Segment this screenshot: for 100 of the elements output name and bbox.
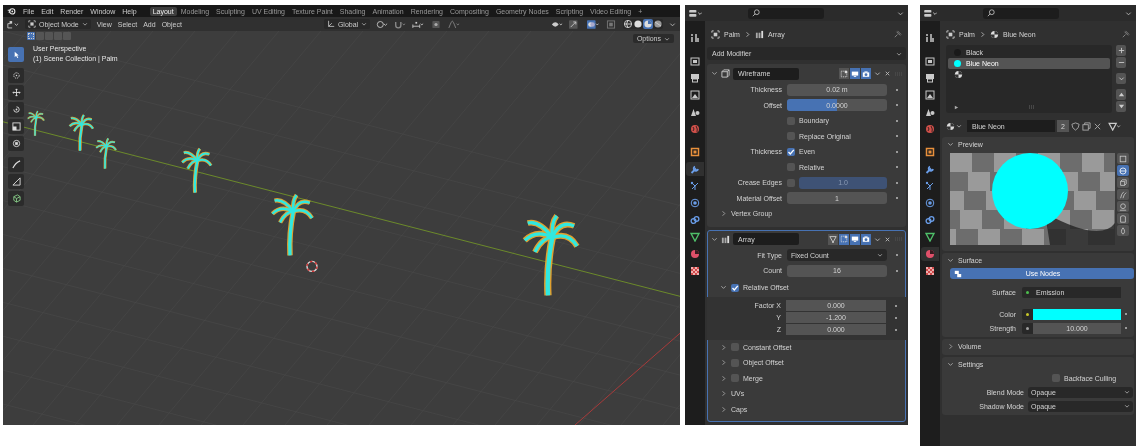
- edit-mode-toggle[interactable]: [839, 233, 849, 245]
- duplicate-icon[interactable]: [1082, 121, 1091, 131]
- close-icon[interactable]: [884, 235, 891, 243]
- properties-tab[interactable]: [686, 162, 704, 176]
- edit-mode-toggle[interactable]: [839, 68, 849, 79]
- checkbox[interactable]: [731, 358, 739, 367]
- proportional-edit-icon[interactable]: [430, 19, 443, 29]
- close-icon[interactable]: [1093, 121, 1102, 131]
- checkbox[interactable]: [1052, 374, 1060, 382]
- caret-icon[interactable]: [1116, 73, 1126, 84]
- expand-triangle-icon[interactable]: [954, 104, 959, 110]
- preview-shape-icon[interactable]: [1117, 225, 1129, 236]
- material-sphere-icon[interactable]: [643, 19, 653, 29]
- tool-button[interactable]: [8, 191, 24, 206]
- monitor-toggle[interactable]: [850, 68, 860, 79]
- vertex-triangle-toggle[interactable]: [828, 233, 838, 245]
- search-field[interactable]: [748, 7, 824, 19]
- tool-button[interactable]: [8, 136, 24, 151]
- preview-shape-icon[interactable]: [1117, 213, 1129, 224]
- caret-icon[interactable]: [897, 9, 904, 17]
- socket-icon[interactable]: [1022, 286, 1033, 298]
- move-down-icon[interactable]: [1116, 101, 1126, 112]
- monitor-toggle[interactable]: [850, 233, 860, 245]
- gizmo-icon[interactable]: [569, 19, 581, 29]
- caret-icon[interactable]: [874, 235, 881, 243]
- chevron-right-icon[interactable]: [720, 405, 727, 413]
- add-slot-icon[interactable]: [1116, 45, 1126, 56]
- chevron-down-icon[interactable]: [711, 70, 718, 77]
- wireframe-sphere-icon[interactable]: [623, 19, 633, 29]
- checkbox[interactable]: [787, 116, 795, 125]
- select-new-icon[interactable]: [27, 32, 35, 40]
- tool-button[interactable]: [8, 119, 24, 134]
- chevron-down-icon[interactable]: [711, 235, 718, 243]
- tool-button[interactable]: [8, 85, 24, 100]
- preview-shape-icon[interactable]: [1117, 189, 1129, 200]
- search-field[interactable]: [983, 7, 1059, 19]
- checkbox[interactable]: [731, 374, 739, 383]
- tool-button[interactable]: [8, 174, 24, 189]
- axes-icon: [326, 20, 335, 28]
- 3d-cursor-icon[interactable]: [306, 260, 318, 273]
- search-icon: [987, 9, 995, 17]
- rendered-sphere-icon[interactable]: [653, 19, 663, 29]
- chevron-right-icon[interactable]: [720, 359, 727, 367]
- falloff-curve-icon[interactable]: [448, 19, 461, 29]
- pin-icon[interactable]: [1121, 29, 1130, 39]
- app-logo-icon[interactable]: [7, 7, 16, 15]
- tool-button[interactable]: [8, 47, 24, 62]
- visibility-icon[interactable]: [551, 19, 563, 29]
- editor-type-icon[interactable]: [7, 19, 19, 29]
- socket-icon[interactable]: [1022, 308, 1033, 320]
- caret-icon[interactable]: [1125, 9, 1132, 17]
- editor-type-icon[interactable]: [924, 8, 937, 18]
- tool-button[interactable]: [8, 157, 24, 172]
- editor-type-icon[interactable]: [689, 8, 702, 18]
- caret-icon[interactable]: [874, 70, 881, 77]
- checkbox[interactable]: [787, 178, 795, 187]
- chevron-right-icon[interactable]: [720, 374, 727, 382]
- chevron-right-icon[interactable]: [720, 390, 727, 398]
- particles-icon: [925, 181, 935, 191]
- chevron-right-icon[interactable]: [947, 342, 954, 350]
- triangle-mesh-icon[interactable]: [1108, 121, 1121, 131]
- chevron-right-icon[interactable]: [720, 210, 727, 218]
- overlays-icon[interactable]: [587, 19, 599, 29]
- chevron-down-icon[interactable]: [947, 360, 954, 368]
- checkbox[interactable]: [787, 163, 795, 172]
- color-swatch[interactable]: [1033, 308, 1121, 320]
- camera-toggle[interactable]: [861, 233, 871, 245]
- solid-sphere-icon[interactable]: [633, 19, 643, 29]
- chevron-down-icon[interactable]: [947, 140, 954, 148]
- wrench-icon: [690, 164, 700, 174]
- snap-increment-icon[interactable]: [412, 19, 425, 29]
- chevron-right-icon[interactable]: [720, 343, 727, 351]
- material-sphere-icon[interactable]: [954, 70, 963, 79]
- remove-slot-icon[interactable]: [1116, 57, 1126, 68]
- camera-toggle[interactable]: [861, 68, 871, 79]
- checkbox[interactable]: [731, 343, 739, 352]
- cursor-icon: [11, 71, 21, 80]
- camera-back-icon: [925, 56, 935, 66]
- preview-shape-icon[interactable]: [1117, 153, 1129, 164]
- preview-shape-icon[interactable]: [1117, 201, 1129, 212]
- pin-icon[interactable]: [893, 29, 902, 39]
- close-icon[interactable]: [884, 70, 891, 77]
- checkbox[interactable]: [731, 283, 739, 292]
- scale-icon: [11, 122, 21, 131]
- socket-icon[interactable]: [1022, 322, 1033, 334]
- shield-icon[interactable]: [1071, 121, 1080, 131]
- material-browse-button[interactable]: [946, 121, 962, 131]
- checkbox[interactable]: [787, 147, 795, 156]
- chevron-down-icon[interactable]: [947, 256, 954, 264]
- preview-shape-icon[interactable]: [1117, 177, 1129, 188]
- chevron-down-icon[interactable]: [720, 284, 727, 291]
- transform-icon: [11, 139, 21, 148]
- magnet-icon[interactable]: [394, 19, 407, 29]
- xray-icon[interactable]: [605, 19, 617, 29]
- pivot-icon[interactable]: [376, 19, 389, 29]
- printer-icon: [690, 73, 700, 83]
- tool-button[interactable]: [8, 102, 24, 117]
- checkbox[interactable]: [787, 132, 795, 141]
- preview-shape-icon[interactable]: [1117, 165, 1129, 176]
- move-up-icon[interactable]: [1116, 89, 1126, 100]
